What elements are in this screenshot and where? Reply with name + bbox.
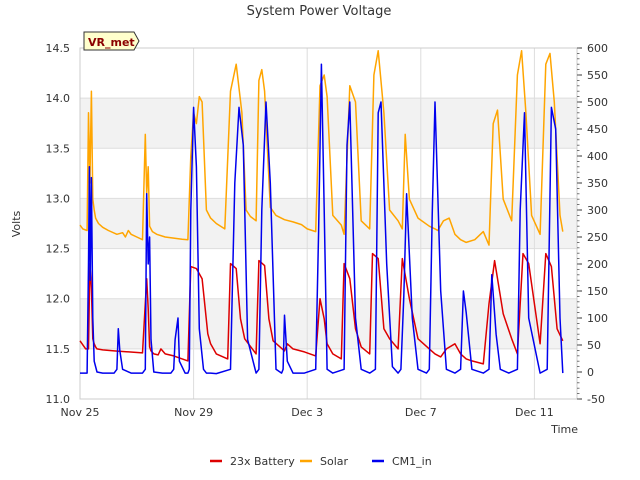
x-axis-title: Time (550, 423, 578, 436)
y-right-tick-label: 300 (587, 204, 608, 217)
y-right-tick-label: 600 (587, 42, 608, 55)
y-right-tick-label: 200 (587, 258, 608, 271)
x-tick-label: Nov 29 (174, 406, 213, 419)
y-left-tick-label: 14.0 (46, 92, 71, 105)
x-tick-label: Nov 25 (61, 406, 100, 419)
y-right-tick-label: 0 (587, 366, 594, 379)
x-axis: Nov 25 Nov 29 Dec 3 Dec 7 Dec 11 (61, 406, 554, 419)
x-tick-label: Dec 3 (291, 406, 323, 419)
y-left-tick-label: 11.5 (46, 343, 71, 356)
site-badge: VR_met (83, 31, 140, 51)
legend: 23x Battery Solar CM1_in (210, 455, 432, 468)
y-right-tick-label: -50 (587, 393, 605, 406)
y-right-tick-label: 450 (587, 123, 608, 136)
y-left-tick-label: 12.0 (46, 293, 71, 306)
chart-title: System Power Voltage (247, 4, 392, 19)
x-tick-label: Dec 11 (515, 406, 554, 419)
legend-label: 23x Battery (230, 455, 295, 468)
y-right-tick-label: 350 (587, 177, 608, 190)
y-right-tick-label: 500 (587, 96, 608, 109)
y-right-tick-label: 50 (587, 339, 601, 352)
y-left-tick-label: 13.5 (46, 142, 71, 155)
y-right-tick-label: 100 (587, 312, 608, 325)
legend-label: CM1_in (392, 455, 432, 468)
chart-root: System Power Voltage 11.0 11.5 12.0 12.5 13.… (10, 4, 608, 468)
y-left-tick-label: 14.5 (46, 42, 71, 55)
background-band (80, 198, 577, 249)
y-right-tick-label: 150 (587, 285, 608, 298)
right-axis: -50 0 50 100 150 200 250 300 350 400 450 500 550 600 (577, 42, 608, 406)
site-badge-text: VR_met (88, 36, 135, 49)
y-left-tick-label: 13.0 (46, 192, 71, 205)
y-left-tick-label: 11.0 (46, 393, 71, 406)
y-right-tick-label: 250 (587, 231, 608, 244)
left-axis: 11.0 11.5 12.0 12.5 13.0 13.5 14.0 14.5 (46, 42, 71, 406)
y-right-tick-label: 550 (587, 69, 608, 82)
y-right-tick-label: 400 (587, 150, 608, 163)
y-left-tick-label: 12.5 (46, 243, 71, 256)
x-tick-label: Dec 7 (405, 406, 437, 419)
legend-label: Solar (320, 455, 349, 468)
y-axis-title: Volts (10, 210, 23, 237)
